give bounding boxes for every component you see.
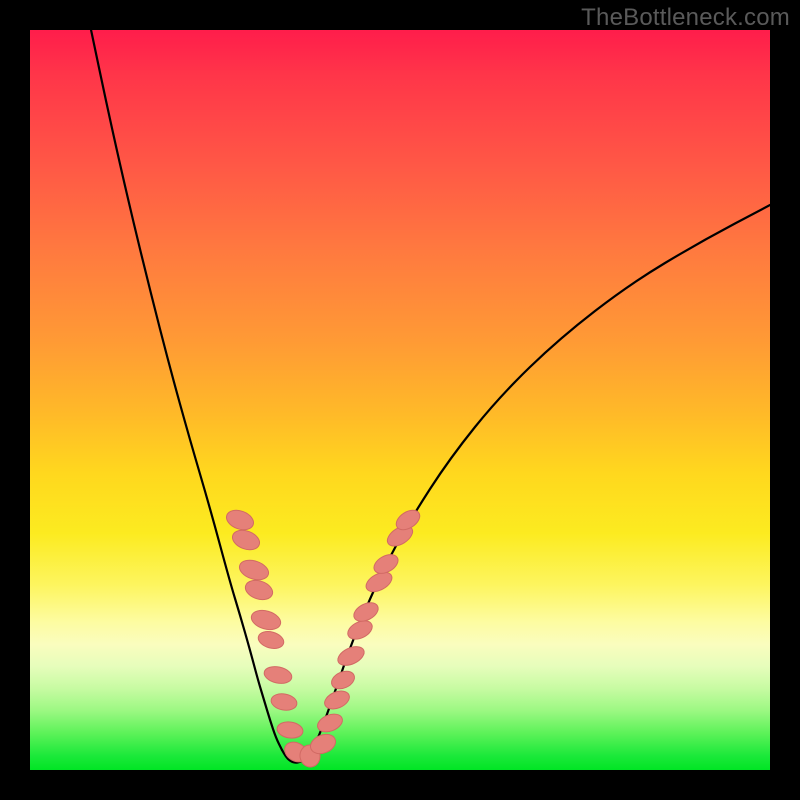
bead-marker xyxy=(224,507,256,533)
bead-marker xyxy=(249,607,283,633)
bead-marker xyxy=(270,692,298,712)
chart-svg xyxy=(30,30,770,770)
bead-marker xyxy=(243,577,275,603)
bead-marker xyxy=(237,557,271,583)
curve-right xyxy=(312,205,770,750)
curve-beads xyxy=(224,506,423,768)
plot-area xyxy=(30,30,770,770)
bead-marker xyxy=(322,688,352,713)
chart-frame: TheBottleneck.com xyxy=(0,0,800,800)
bead-marker xyxy=(263,664,294,685)
watermark-text: TheBottleneck.com xyxy=(581,4,790,32)
bead-marker xyxy=(230,527,262,553)
bead-marker xyxy=(256,629,285,651)
curve-left xyxy=(90,30,282,750)
bead-marker xyxy=(329,668,357,692)
bead-marker xyxy=(276,720,304,739)
